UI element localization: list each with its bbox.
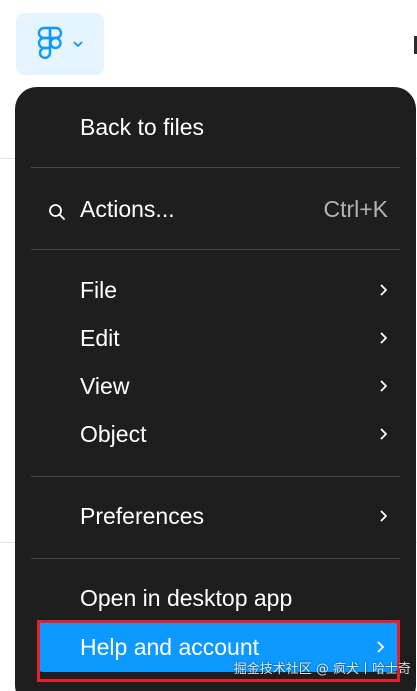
figma-logo-icon xyxy=(37,26,63,62)
chevron-right-icon xyxy=(380,332,388,344)
figma-editor-page: Back to files Actions... Ctrl+K File Edi… xyxy=(0,0,417,691)
menu-item-label: Actions... xyxy=(80,195,175,222)
menu-separator xyxy=(31,167,400,168)
chevron-right-icon xyxy=(380,284,388,296)
menu-item-label: Open in desktop app xyxy=(80,584,293,611)
main-menu-button[interactable] xyxy=(16,13,104,75)
menu-item-label: Help and account xyxy=(80,633,260,660)
keyboard-shortcut: Ctrl+K xyxy=(323,195,388,222)
menu-item-file[interactable]: File xyxy=(15,268,416,312)
menu-item-label: Preferences xyxy=(80,502,205,529)
menu-item-label: Object xyxy=(80,420,147,447)
chevron-down-icon xyxy=(73,41,83,48)
menu-item-label: File xyxy=(80,276,118,303)
search-icon xyxy=(48,200,66,227)
chevron-right-icon xyxy=(380,380,388,392)
menu-item-label: Edit xyxy=(80,324,120,351)
menu-item-open-desktop-app[interactable]: Open in desktop app xyxy=(15,576,416,620)
menu-item-back-to-files[interactable]: Back to files xyxy=(15,105,416,149)
menu-item-preferences[interactable]: Preferences xyxy=(15,494,416,538)
menu-item-label: Back to files xyxy=(80,113,204,140)
menu-item-view[interactable]: View xyxy=(15,364,416,408)
main-menu-dropdown: Back to files Actions... Ctrl+K File Edi… xyxy=(15,87,416,691)
menu-separator xyxy=(31,249,400,250)
menu-item-actions[interactable]: Actions... Ctrl+K xyxy=(15,187,416,231)
menu-item-edit[interactable]: Edit xyxy=(15,316,416,360)
watermark: 掘金技术社区 @ 疯犬丨哈士奇 xyxy=(233,662,411,677)
chevron-right-icon xyxy=(380,428,388,440)
menu-item-label: View xyxy=(80,372,130,399)
chevron-right-icon xyxy=(377,641,385,653)
menu-item-object[interactable]: Object xyxy=(15,412,416,456)
menu-separator xyxy=(31,476,400,477)
chevron-right-icon xyxy=(380,510,388,522)
menu-separator xyxy=(31,558,400,559)
